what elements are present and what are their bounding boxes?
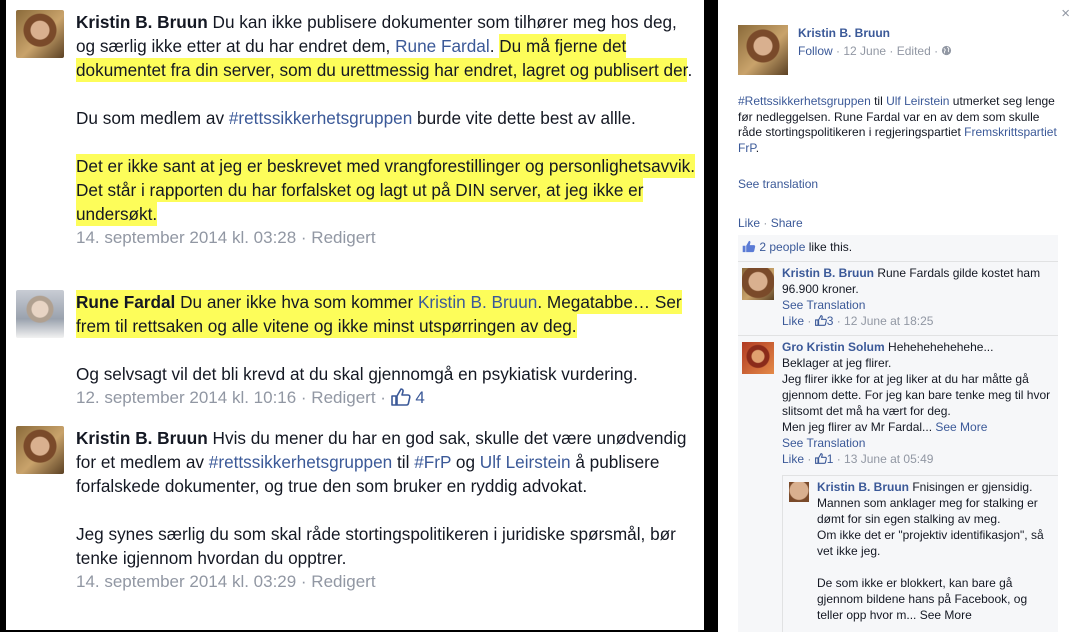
comment: Gro Kristin Solum Hehehehehehehe... Bekl…: [738, 335, 1058, 475]
comment-paragraph: Du som medlem av #rettssikkerhetsgruppen…: [76, 106, 696, 130]
hashtag-link[interactable]: #rettssikkerhetsgruppen: [209, 452, 392, 472]
post-text-part: .: [755, 140, 760, 155]
comment-paragraph: Det er ikke sant at jeg er beskrevet med…: [76, 154, 696, 226]
mention-link[interactable]: Ulf Leirstein: [886, 94, 949, 108]
follow-button[interactable]: Follow: [798, 44, 833, 58]
highlighted-text: Du aner ikke hva som kommer: [175, 290, 418, 314]
comment-text: Beklager at jeg flirer. Jeg flirer ikke …: [782, 356, 1051, 434]
comment-text-rest: Beklager at jeg flirer. Jeg flirer ikke …: [782, 355, 1054, 435]
close-icon[interactable]: ×: [1061, 5, 1070, 22]
avatar[interactable]: [742, 268, 774, 300]
avatar[interactable]: [742, 342, 774, 374]
thumbs-up-icon: [390, 388, 411, 406]
see-more-link[interactable]: See More: [920, 608, 972, 622]
comment-footer: Like · 3 · 12 June at 18:25: [782, 314, 934, 328]
comment-body: Rune Fardal Du aner ikke hva som kommer …: [76, 290, 696, 410]
comment-text: .: [687, 60, 693, 80]
like-button[interactable]: Like: [738, 216, 760, 230]
thumbs-up-icon: [814, 453, 827, 464]
hashtag-link[interactable]: #FrP: [414, 452, 451, 472]
mention-link[interactable]: Kristin B. Bruun: [417, 290, 538, 314]
post-subline: Follow · 12 June · Edited ·: [798, 44, 952, 58]
highlighted-text: Det er ikke sant at jeg er beskrevet med…: [76, 154, 696, 226]
comment-paragraph: Rune Fardal Du aner ikke hva som kommer …: [76, 290, 696, 338]
see-translation-link[interactable]: See Translation: [782, 435, 1054, 451]
globe-icon: [942, 45, 952, 56]
post-author[interactable]: Kristin B. Bruun: [798, 26, 890, 40]
like-button[interactable]: Like: [782, 314, 804, 328]
comment-time[interactable]: · 12 June at 18:25: [833, 314, 934, 328]
comment-body: Kristin B. Bruun Rune Fardals gilde kost…: [782, 265, 1054, 329]
share-button[interactable]: Share: [771, 216, 803, 230]
comment-paragraph: Jeg synes særlig du som skal råde storti…: [76, 522, 696, 570]
see-translation-link[interactable]: See translation: [738, 177, 818, 191]
see-translation-link[interactable]: See Translation: [782, 297, 1054, 313]
comment-footer: Like · 1 · 13 June at 05:49: [782, 452, 934, 466]
post-actions: Like · Share: [738, 216, 803, 230]
avatar[interactable]: [738, 25, 788, 75]
post-text: #Rettssikkerhetsgruppen til Ulf Leirstei…: [738, 94, 1060, 156]
thumbs-up-icon: [814, 315, 827, 326]
comment-text: og: [451, 452, 480, 472]
avatar[interactable]: [789, 482, 809, 502]
avatar[interactable]: [16, 290, 64, 338]
comment-paragraph: Og selvsagt vil det bli krevd at du skal…: [76, 362, 696, 386]
reply-body: Kristin B. Bruun Fnisingen er gjensidig.…: [817, 479, 1055, 623]
likes-summary-text: like this.: [805, 240, 853, 254]
comment-text: burde vite dette best av allle.: [412, 108, 636, 128]
comment-text: Hehehehehehehe...: [884, 340, 994, 354]
thumbs-up-icon: [742, 240, 756, 253]
comment-text: til: [392, 452, 415, 472]
comment-author[interactable]: Kristin B. Bruun: [76, 12, 208, 32]
see-more-link[interactable]: See More: [935, 420, 987, 434]
avatar[interactable]: [16, 10, 64, 58]
comment: Kristin B. Bruun Rune Fardals gilde kost…: [738, 261, 1058, 335]
avatar[interactable]: [16, 426, 64, 474]
comment-body: Kristin B. Bruun Hvis du mener du har en…: [76, 426, 696, 594]
likes-summary: 2 people like this.: [742, 240, 852, 254]
comments-box: 2 people like this. Kristin B. Bruun Run…: [738, 235, 1058, 632]
comment-meta: 12. september 2014 kl. 10:16 · Redigert …: [76, 386, 696, 410]
comment-body: Gro Kristin Solum Hehehehehehehe... Bekl…: [782, 339, 1054, 467]
comment-reply: Kristin B. Bruun Fnisingen er gjensidig.…: [782, 475, 1058, 632]
comment-time[interactable]: · 13 June at 05:49: [833, 452, 934, 466]
comment-meta-text[interactable]: 12. september 2014 kl. 10:16 · Redigert …: [76, 388, 391, 407]
comment-author[interactable]: Kristin B. Bruun: [782, 266, 874, 280]
comment-paragraph: Kristin B. Bruun Du kan ikke publisere d…: [76, 10, 696, 82]
photo-post-panel: × Kristin B. Bruun Follow · 12 June · Ed…: [718, 0, 1082, 632]
likers-link[interactable]: 2 people: [759, 240, 805, 254]
comment-body: Kristin B. Bruun Du kan ikke publisere d…: [76, 10, 696, 250]
comment-author[interactable]: Kristin B. Bruun: [76, 428, 208, 448]
comment-text: Du som medlem av: [76, 108, 229, 128]
post-timestamp[interactable]: · 12 June · Edited ·: [833, 44, 942, 58]
mention-link[interactable]: Rune Fardal: [395, 36, 490, 56]
like-count-number: 4: [415, 388, 425, 407]
comment-meta[interactable]: 14. september 2014 kl. 03:28 · Redigert: [76, 226, 696, 250]
post-text-part: til: [870, 94, 887, 108]
hashtag-link[interactable]: #rettssikkerhetsgruppen: [229, 108, 412, 128]
reply-author[interactable]: Kristin B. Bruun: [817, 480, 909, 494]
like-count[interactable]: 4: [390, 388, 425, 407]
comment-author[interactable]: Gro Kristin Solum: [782, 340, 885, 354]
comment-text: Og selvsagt vil det bli krevd at du skal…: [76, 364, 638, 384]
like-button[interactable]: Like: [782, 452, 804, 466]
comment-thread: Kristin B. Bruun Du kan ikke publisere d…: [6, 0, 704, 630]
comment-author[interactable]: Rune Fardal: [76, 290, 176, 314]
mention-link[interactable]: Ulf Leirstein: [480, 452, 571, 472]
comment-paragraph: Kristin B. Bruun Hvis du mener du har en…: [76, 426, 696, 498]
comment-text: Jeg synes særlig du som skal råde storti…: [76, 524, 676, 568]
comment-text: .: [489, 36, 500, 56]
comment-meta[interactable]: 14. september 2014 kl. 03:29 · Redigert: [76, 570, 696, 594]
hashtag-link[interactable]: #Rettssikkerhetsgruppen: [738, 94, 871, 108]
